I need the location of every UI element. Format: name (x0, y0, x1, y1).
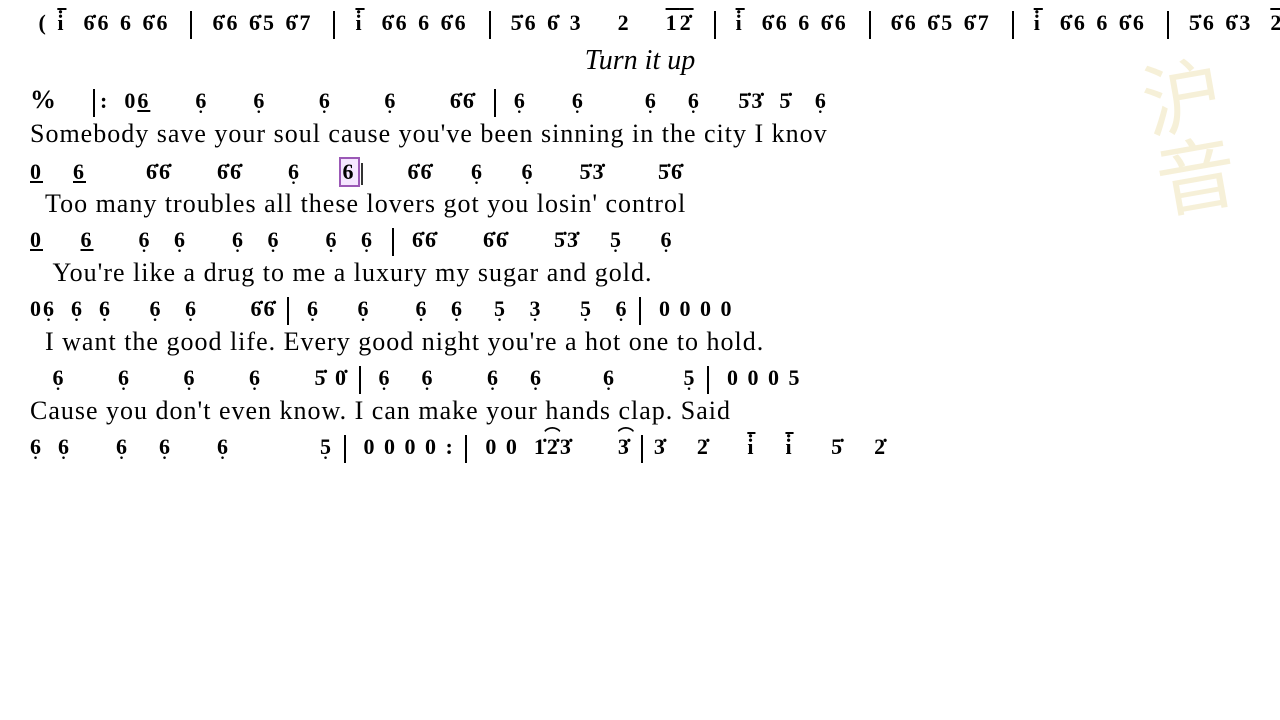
line2-block: 0 6 6̇6̇ 6̇6̇ 6 6 6̇6̇ 6 6 5̇3̇ 5̇6̇ Too… (30, 157, 1250, 219)
sheet-music: 沪音 ( i̇ 6̇6 6 6̇6 6̇6 6̇5 6̇7 i̇ 6̇6 6 6… (0, 0, 1280, 479)
line6-block: 6 6 6 6 6 5 0 0 0 0 : 0 0 ⌒ 1̇2̇3̇ ⌒ 3̇ (30, 434, 1250, 463)
line5-notation: 6 6 6 6 5̇ 0̇ 6 6 6 6 6 5 0 0 0 5 (30, 365, 1250, 394)
line2-notation: 0 6 6̇6̇ 6̇6̇ 6 6 6̇6̇ 6 6 5̇3̇ 5̇6̇ (30, 157, 1250, 187)
song-title: Turn it up (30, 45, 1250, 77)
intro-notation: ( i̇ 6̇6 6 6̇6 6̇6 6̇5 6̇7 i̇ 6̇6 6 6̇6 … (30, 10, 1250, 39)
line2-lyrics: Too many troubles all these lovers got y… (30, 189, 1250, 219)
line3-notation: 0 6 6 6 6 6 6 6 6̇6̇ 6̇6̇ 5̇3̇ 5 6 (30, 227, 1250, 256)
line4-notation: 06 6 6 6 6 6̇6̇ 6 6 6 6 5 3 5 6 0 0 0 0 (30, 296, 1250, 325)
line6-notation: 6 6 6 6 6 5 0 0 0 0 : 0 0 ⌒ 1̇2̇3̇ ⌒ 3̇ (30, 434, 1250, 463)
line4-block: 06 6 6 6 6 6̇6̇ 6 6 6 6 5 3 5 6 0 0 0 0 … (30, 296, 1250, 357)
line1-lyrics: Somebody save your soul cause you've bee… (30, 119, 1250, 149)
line1-block: % : 06 6 6 6 6 6̇6̇ 6 6 6 6 5̇3̇ 5̇ 6 (30, 85, 1250, 149)
line3-lyrics: You're like a drug to me a luxury my sug… (30, 258, 1250, 288)
line1-notation: % : 06 6 6 6 6 6̇6̇ 6 6 6 6 5̇3̇ 5̇ 6 (30, 85, 1250, 117)
intro-block: ( i̇ 6̇6 6 6̇6 6̇6 6̇5 6̇7 i̇ 6̇6 6 6̇6 … (30, 10, 1250, 39)
line4-lyrics: I want the good life. Every good night y… (30, 327, 1250, 357)
line5-block: 6 6 6 6 5̇ 0̇ 6 6 6 6 6 5 0 0 0 5 Cause … (30, 365, 1250, 426)
line3-block: 0 6 6 6 6 6 6 6 6̇6̇ 6̇6̇ 5̇3̇ 5 6 You'r… (30, 227, 1250, 288)
title-block: Turn it up (30, 45, 1250, 77)
line5-lyrics: Cause you don't even know. I can make yo… (30, 396, 1250, 426)
